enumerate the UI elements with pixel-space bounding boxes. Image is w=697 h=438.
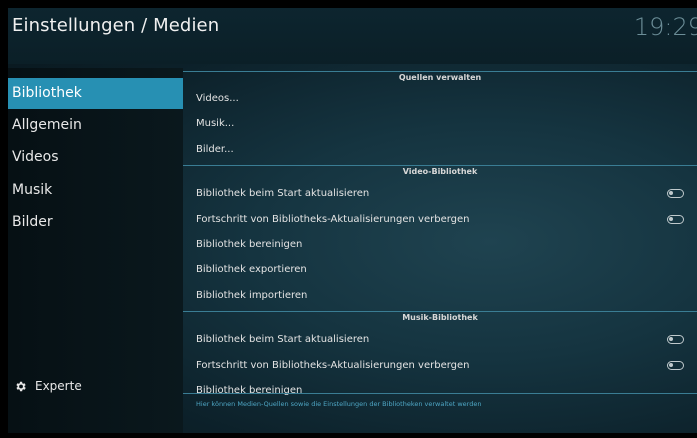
help-text: Hier können Medien-Quellen sowie die Ein… (196, 400, 482, 408)
sidebar-item-bibliothek[interactable]: Bibliothek (8, 78, 183, 109)
app-window: Einstellungen / Medien 19:29 Bibliothek … (8, 8, 697, 433)
setting-sources-videos[interactable]: Videos... (196, 89, 686, 109)
sidebar-item-bilder[interactable]: Bilder (8, 207, 183, 238)
setting-video-hide-progress[interactable]: Fortschritt von Bibliotheks-Aktualisieru… (196, 210, 686, 230)
section-header-video-library: Video-Bibliothek (183, 165, 697, 178)
setting-label: Fortschritt von Bibliotheks-Aktualisieru… (196, 360, 470, 371)
sidebar-item-allgemein[interactable]: Allgemein (8, 110, 183, 141)
section-header-music-library: Musik-Bibliothek (183, 311, 697, 324)
toggle-switch[interactable] (667, 215, 684, 224)
clock: 19:29 (633, 13, 697, 41)
setting-video-export-library[interactable]: Bibliothek exportieren (196, 260, 686, 280)
setting-video-import-library[interactable]: Bibliothek importieren (196, 286, 686, 306)
setting-label: Fortschritt von Bibliotheks-Aktualisieru… (196, 214, 470, 225)
setting-music-clean-library[interactable]: Bibliothek bereinigen (196, 381, 686, 401)
setting-label: Bibliothek beim Start aktualisieren (196, 188, 370, 199)
setting-label: Bibliothek beim Start aktualisieren (196, 334, 370, 345)
toggle-switch[interactable] (667, 189, 684, 198)
setting-sources-pictures[interactable]: Bilder... (196, 140, 686, 160)
setting-music-hide-progress[interactable]: Fortschritt von Bibliotheks-Aktualisieru… (196, 356, 686, 376)
sidebar-item-videos[interactable]: Videos (8, 142, 183, 173)
toggle-switch[interactable] (667, 361, 684, 370)
setting-sources-music[interactable]: Musik... (196, 114, 686, 134)
sidebar-item-musik[interactable]: Musik (8, 175, 183, 206)
section-header-sources: Quellen verwalten (183, 71, 697, 84)
expert-label: Experte (35, 379, 82, 393)
setting-video-clean-library[interactable]: Bibliothek bereinigen (196, 235, 686, 255)
gear-icon (16, 381, 26, 391)
expert-level-button[interactable]: Experte (14, 379, 82, 393)
top-bar: Einstellungen / Medien 19:29 (8, 8, 697, 64)
toggle-switch[interactable] (667, 335, 684, 344)
setting-video-update-on-startup[interactable]: Bibliothek beim Start aktualisieren (196, 184, 686, 204)
settings-list: Quellen verwalten Videos... Musik... Bil… (183, 67, 697, 421)
divider (183, 393, 697, 394)
page-title: Einstellungen / Medien (12, 15, 220, 36)
setting-music-update-on-startup[interactable]: Bibliothek beim Start aktualisieren (196, 330, 686, 350)
